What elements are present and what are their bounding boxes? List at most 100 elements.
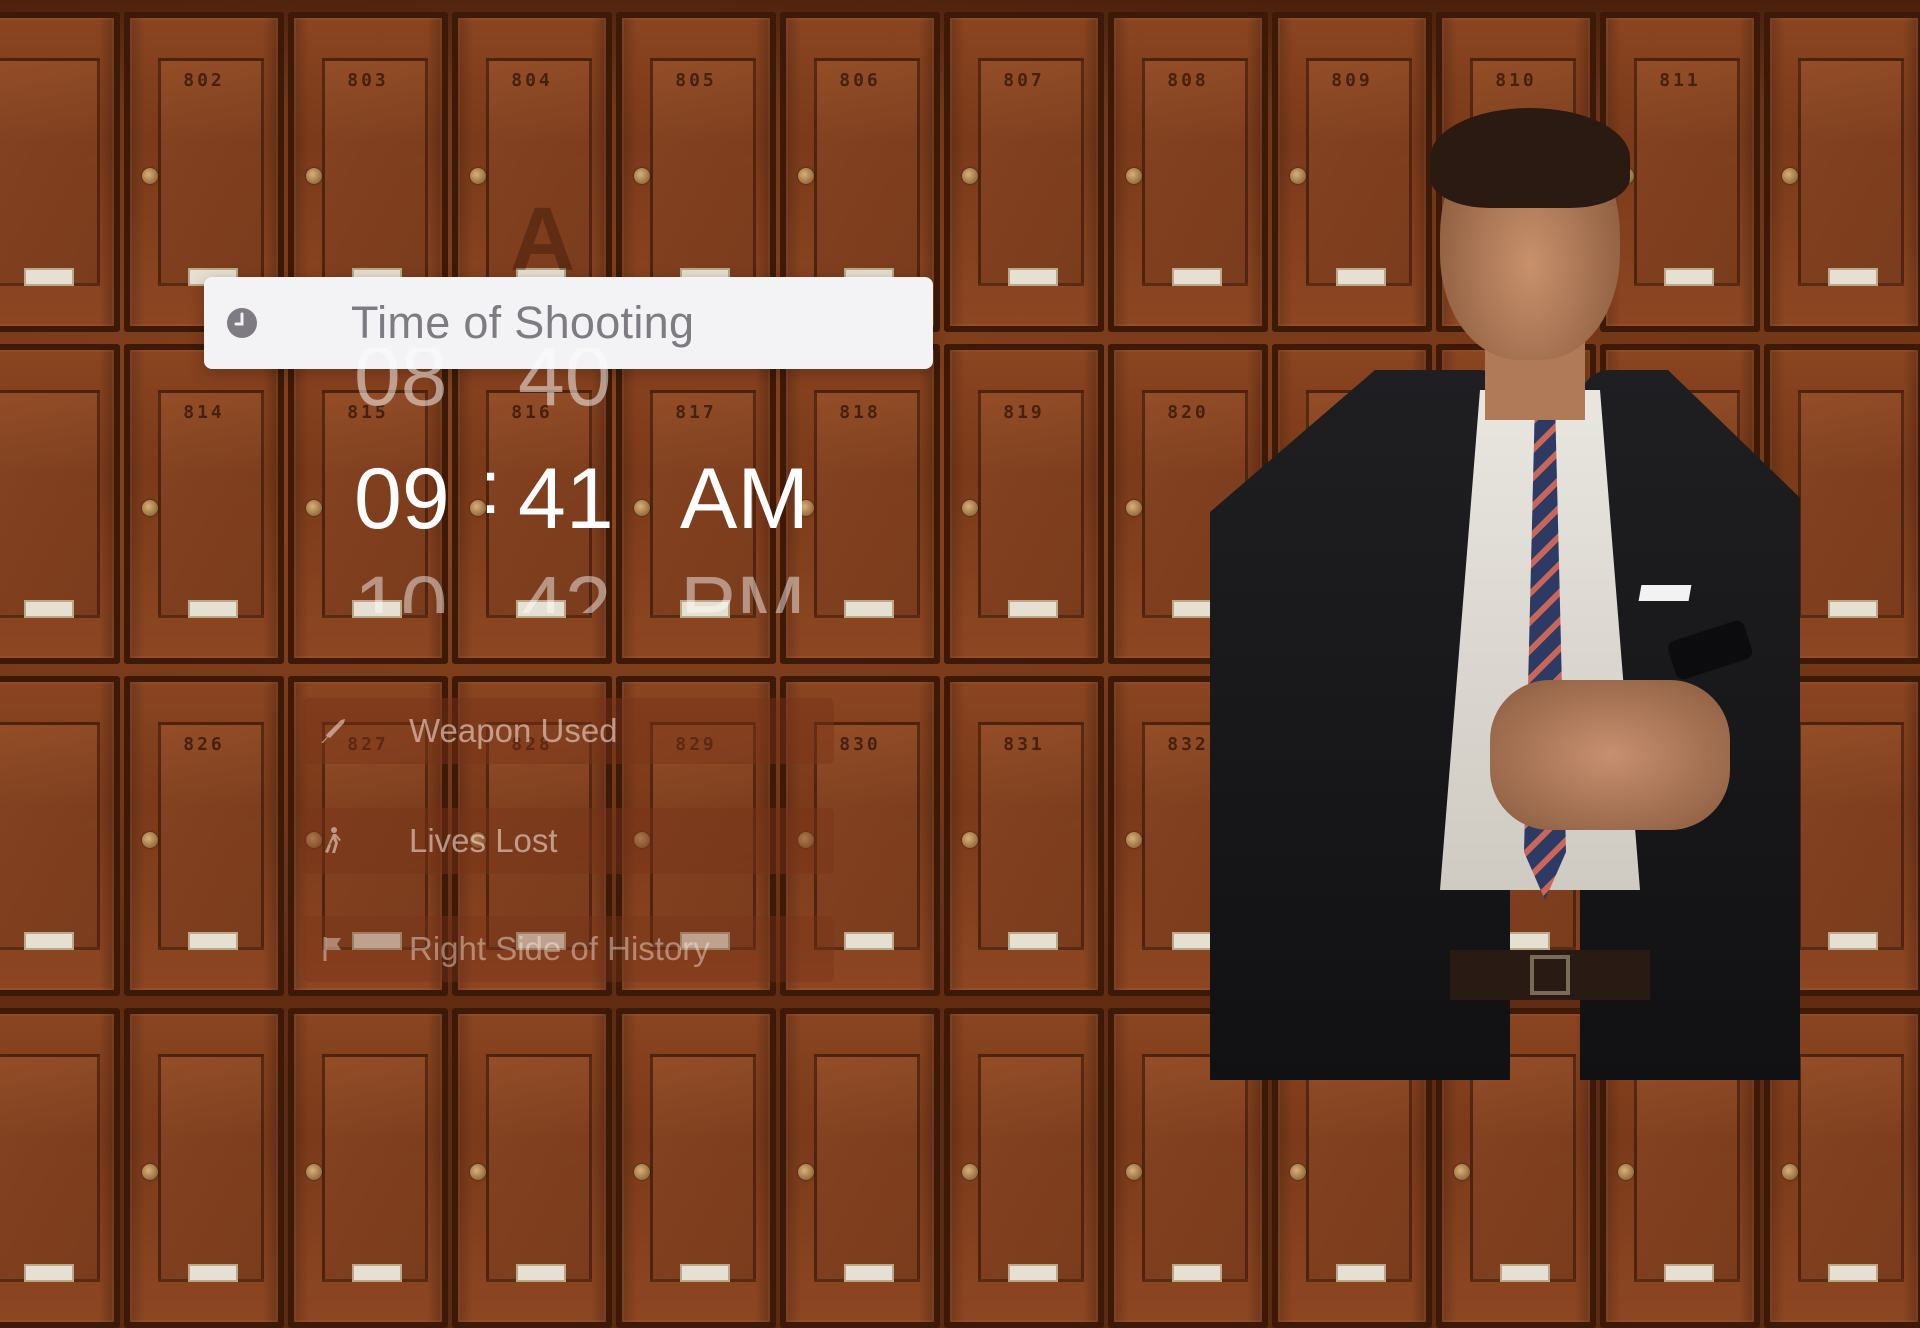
po-box-number: 802 xyxy=(183,70,225,91)
po-box-door xyxy=(616,1008,776,1328)
po-box-number: 808 xyxy=(1167,70,1209,91)
po-box-knob xyxy=(1782,1164,1798,1180)
po-box-number: 806 xyxy=(839,70,881,91)
picker-minute-previous[interactable]: 40 xyxy=(518,348,611,408)
picker-separator: : xyxy=(480,445,502,530)
po-box-knob xyxy=(142,168,158,184)
po-box-label-plate xyxy=(680,1264,730,1282)
po-box-number: 814 xyxy=(183,402,225,423)
po-box-label-plate xyxy=(24,1264,74,1282)
menu-item-label: Right Side of History xyxy=(409,930,710,967)
menu-item-right-side-of-history[interactable]: Right Side of History xyxy=(303,916,834,982)
po-box-number: 819 xyxy=(1003,402,1045,423)
po-box-door xyxy=(0,344,120,664)
po-box-label-plate xyxy=(844,1264,894,1282)
po-box-label-plate xyxy=(1500,1264,1550,1282)
po-box-knob xyxy=(1618,1164,1634,1180)
time-picker[interactable]: 08 40 09 : 41 AM 10 42 PM xyxy=(350,348,870,620)
menu-item-label: Weapon Used xyxy=(409,712,618,749)
picker-period-current[interactable]: AM xyxy=(680,450,809,549)
rifle-icon xyxy=(321,719,345,743)
po-box-label-plate xyxy=(1336,1264,1386,1282)
po-box-label-plate xyxy=(1664,1264,1714,1282)
po-box-knob xyxy=(634,1164,650,1180)
po-box-label-plate xyxy=(1008,268,1058,286)
po-box-door xyxy=(0,1008,120,1328)
po-box-label-plate xyxy=(24,932,74,950)
po-box-number: 807 xyxy=(1003,70,1045,91)
po-box-knob xyxy=(1126,832,1142,848)
po-box-label-plate xyxy=(1828,1264,1878,1282)
po-box-door: 831 xyxy=(944,676,1104,996)
po-box-door xyxy=(0,12,120,332)
po-box-label-plate xyxy=(188,600,238,618)
flag-icon xyxy=(323,937,341,961)
po-box-door xyxy=(944,1008,1104,1328)
picker-period-next[interactable]: PM xyxy=(680,558,806,613)
hands xyxy=(1490,680,1730,830)
po-box-knob xyxy=(306,1164,322,1180)
menu-item-weapon-used[interactable]: Weapon Used xyxy=(303,698,834,764)
picker-minute-current[interactable]: 41 xyxy=(518,450,614,549)
po-box-knob xyxy=(142,1164,158,1180)
pocket-square xyxy=(1638,585,1692,601)
picker-row-current[interactable]: 09 : 41 AM xyxy=(350,445,870,550)
po-box-knob xyxy=(306,500,322,516)
po-box-door xyxy=(288,1008,448,1328)
po-box-label-plate xyxy=(1008,932,1058,950)
po-box-door xyxy=(452,1008,612,1328)
po-box-label-plate xyxy=(516,1264,566,1282)
menu-item-label: Lives Lost xyxy=(409,822,558,859)
po-box-door xyxy=(124,1008,284,1328)
man-in-suit-with-phone xyxy=(1180,100,1800,1080)
po-box-knob xyxy=(470,168,486,184)
po-box-knob xyxy=(142,500,158,516)
po-box-knob xyxy=(962,1164,978,1180)
po-box-number: 831 xyxy=(1003,734,1045,755)
picker-hour-current[interactable]: 09 xyxy=(354,450,450,549)
menu-item-lives-lost[interactable]: Lives Lost xyxy=(303,808,834,874)
picker-minute-next[interactable]: 42 xyxy=(518,558,611,613)
po-box-label-plate xyxy=(844,932,894,950)
po-box-knob xyxy=(1290,1164,1306,1180)
po-box-knob xyxy=(798,168,814,184)
po-box-knob xyxy=(962,832,978,848)
po-box-number: 805 xyxy=(675,70,717,91)
po-box-door xyxy=(780,1008,940,1328)
po-box-knob xyxy=(634,168,650,184)
po-box-label-plate xyxy=(1008,1264,1058,1282)
po-box-number: 810 xyxy=(1495,70,1537,91)
po-box-label-plate xyxy=(1828,268,1878,286)
po-box-knob xyxy=(962,500,978,516)
po-box-door: 814 xyxy=(124,344,284,664)
po-box-number: 809 xyxy=(1331,70,1373,91)
po-box-knob xyxy=(1126,1164,1142,1180)
po-box-label-plate xyxy=(352,1264,402,1282)
po-box-knob xyxy=(962,168,978,184)
logo-watermark: A xyxy=(510,190,575,290)
po-box-knob xyxy=(142,832,158,848)
picker-row-previous[interactable]: 08 40 xyxy=(350,348,870,408)
po-box-knob xyxy=(798,1164,814,1180)
walking-person-icon xyxy=(325,827,341,853)
picker-hour-previous[interactable]: 08 xyxy=(354,348,447,408)
po-box-number: 826 xyxy=(183,734,225,755)
po-box-door xyxy=(0,676,120,996)
po-box-door: 807 xyxy=(944,12,1104,332)
po-box-door: 819 xyxy=(944,344,1104,664)
po-box-label-plate xyxy=(188,932,238,950)
picker-row-next[interactable]: 10 42 PM xyxy=(350,558,870,613)
po-box-number: 804 xyxy=(511,70,553,91)
po-box-knob xyxy=(1126,168,1142,184)
po-box-label-plate xyxy=(1008,600,1058,618)
po-box-label-plate xyxy=(24,268,74,286)
po-box-number: 803 xyxy=(347,70,389,91)
po-box-knob xyxy=(1126,500,1142,516)
po-box-knob xyxy=(306,168,322,184)
po-box-door: 826 xyxy=(124,676,284,996)
po-box-label-plate xyxy=(1828,600,1878,618)
hair xyxy=(1430,108,1630,208)
po-box-number: 811 xyxy=(1659,70,1701,91)
po-box-label-plate xyxy=(24,600,74,618)
picker-hour-next[interactable]: 10 xyxy=(354,558,447,613)
